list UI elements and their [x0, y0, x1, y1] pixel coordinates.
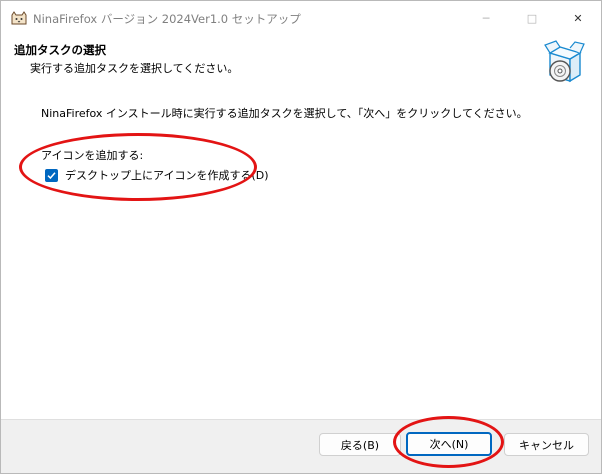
- maximize-button[interactable]: □: [509, 1, 555, 35]
- page-title: 追加タスクの選択: [14, 43, 106, 57]
- minimize-icon: ─: [482, 11, 490, 25]
- task-label[interactable]: デスクトップ上にアイコンを作成する(D): [65, 167, 269, 183]
- checkbox-checked-icon[interactable]: [45, 168, 58, 182]
- setup-window: NinaFirefox バージョン 2024Ver1.0 セットアップ ─ □ …: [0, 0, 602, 474]
- task-desktop-icon[interactable]: デスクトップ上にアイコンを作成する(D): [45, 167, 269, 183]
- close-icon: ✕: [573, 11, 583, 25]
- group-label: アイコンを追加する:: [41, 149, 144, 162]
- setup-box-disc-icon: [544, 40, 585, 83]
- minimize-button[interactable]: ─: [463, 1, 509, 35]
- close-button[interactable]: ✕: [555, 1, 601, 35]
- back-button[interactable]: 戻る(B): [319, 433, 401, 456]
- cancel-button[interactable]: キャンセル: [504, 433, 589, 456]
- title-bar[interactable]: NinaFirefox バージョン 2024Ver1.0 セットアップ ─ □ …: [1, 1, 601, 35]
- page-subtitle: 実行する追加タスクを選択してください。: [30, 62, 239, 75]
- cat-app-icon: [11, 11, 27, 25]
- maximize-icon: □: [526, 11, 538, 25]
- instruction-text: NinaFirefox インストール時に実行する追加タスクを選択して、「次へ」を…: [41, 107, 528, 120]
- window-title: NinaFirefox バージョン 2024Ver1.0 セットアップ: [33, 12, 301, 26]
- next-button[interactable]: 次へ(N): [406, 432, 492, 456]
- wizard-header: 追加タスクの選択 実行する追加タスクを選択してください。: [1, 35, 601, 85]
